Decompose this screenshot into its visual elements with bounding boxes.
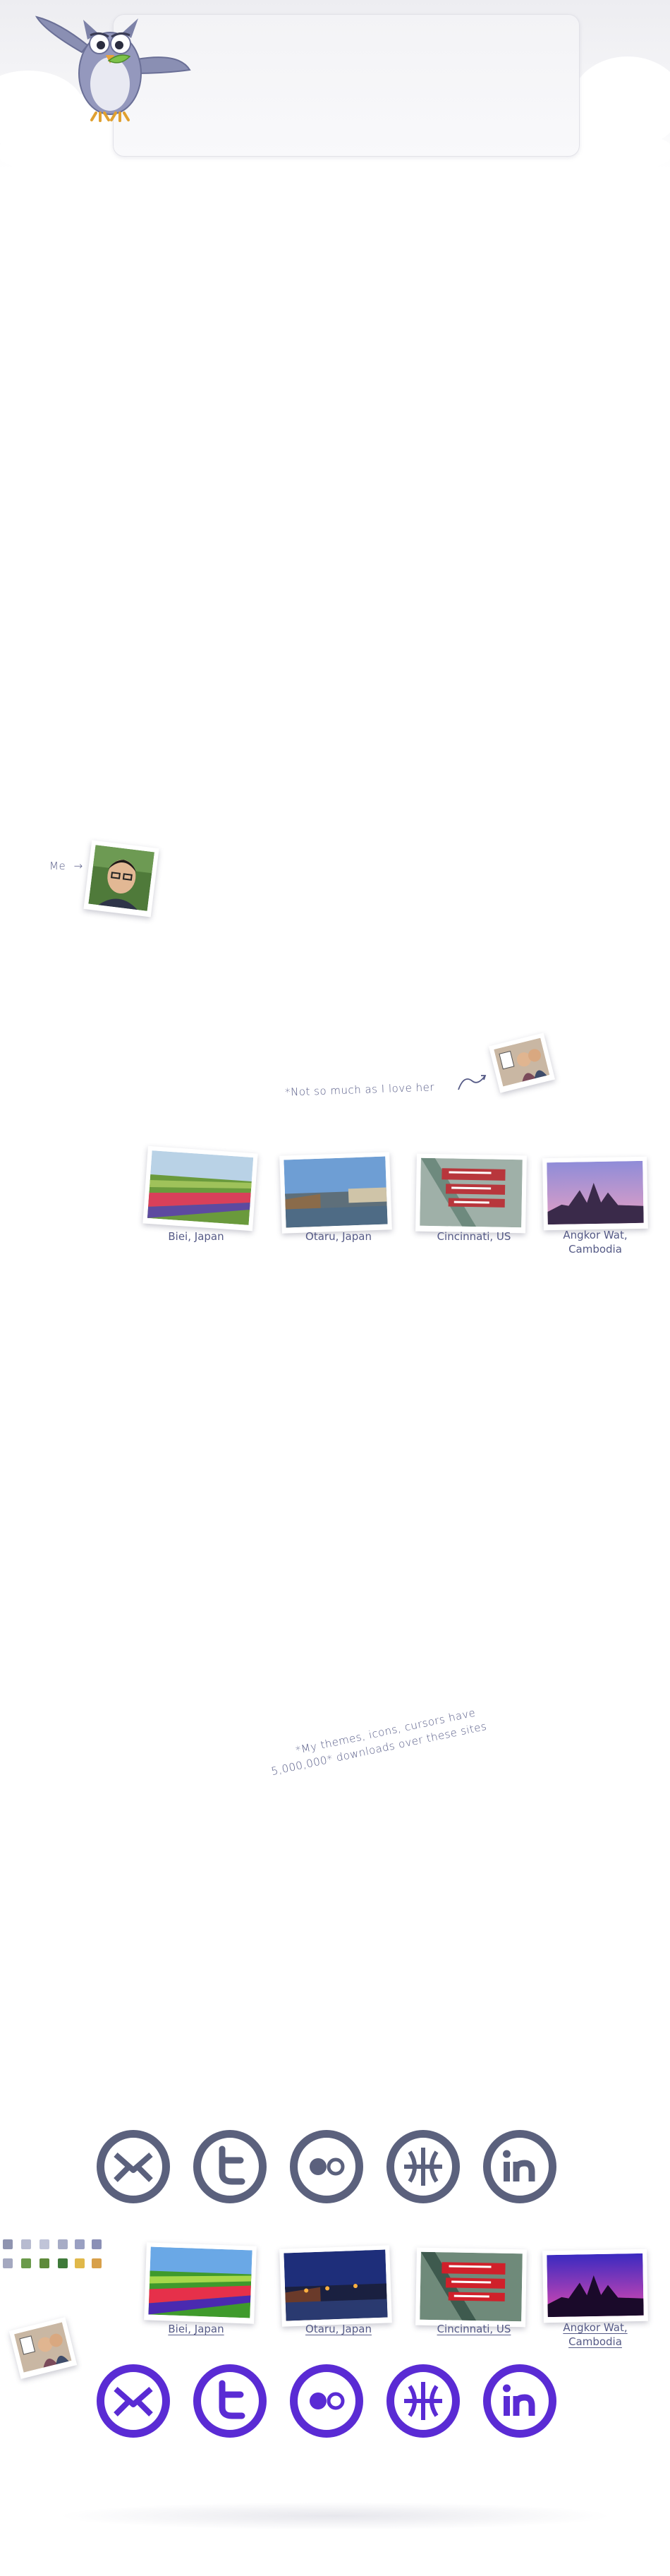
caption-angkor-2[interactable]: Angkor Wat, Cambodia — [543, 2321, 647, 2349]
caption-cincinnati: Cincinnati, US — [437, 1230, 511, 1243]
caption-angkor-line2: Cambodia — [568, 1243, 622, 1256]
social-flickr-purple[interactable] — [290, 2364, 363, 2438]
envelope-icon — [114, 2152, 153, 2182]
social-linkedin-grey[interactable] — [483, 2130, 556, 2203]
mini-icon[interactable] — [58, 2239, 68, 2249]
mini-icon[interactable] — [39, 2258, 49, 2268]
biei-image — [147, 1150, 254, 1225]
flickr-icon — [310, 2392, 345, 2410]
envelope-icon — [114, 2386, 153, 2416]
mini-icon[interactable] — [39, 2239, 49, 2249]
caption-otaru-2[interactable]: Otaru, Japan — [281, 2322, 396, 2336]
photo-biei-2[interactable] — [144, 2242, 257, 2324]
page: Me → *Not so much as I love her Biei, Ja… — [0, 0, 670, 2576]
couple-photo-small[interactable] — [8, 2317, 78, 2379]
twitter-icon — [219, 2380, 245, 2419]
flickr-icon — [310, 2157, 345, 2176]
social-twitter-grey[interactable] — [193, 2130, 267, 2203]
owl-mascot-icon[interactable] — [31, 3, 193, 130]
caption-biei: Biei, Japan — [168, 1230, 224, 1243]
mini-icon[interactable] — [3, 2239, 13, 2249]
portrait-image — [88, 845, 154, 911]
photo-angkor[interactable] — [542, 1156, 648, 1231]
social-dribbble-purple[interactable] — [386, 2364, 460, 2438]
biei-image-2 — [148, 2246, 252, 2318]
otaru-image — [284, 1156, 388, 1228]
cincinnati-image-2 — [420, 2251, 523, 2322]
social-email-grey[interactable] — [97, 2130, 170, 2203]
caption-otaru: Otaru, Japan — [305, 1230, 372, 1243]
angkor-image-2 — [547, 2253, 644, 2318]
photo-otaru-2[interactable] — [279, 2245, 392, 2327]
mini-icon[interactable] — [58, 2258, 68, 2268]
me-label-text: Me — [49, 860, 66, 872]
arrow-right-icon: → — [73, 860, 83, 872]
couple-photo[interactable] — [488, 1033, 556, 1093]
caption-angkor-2-line2: Cambodia — [568, 2335, 622, 2348]
social-email-purple[interactable] — [97, 2364, 170, 2438]
footer-shadow — [56, 2502, 614, 2530]
dribbble-icon — [404, 2148, 442, 2186]
caption-biei-2[interactable]: Biei, Japan — [145, 2322, 247, 2336]
social-flickr-grey[interactable] — [290, 2130, 363, 2203]
profile-photo[interactable] — [83, 840, 159, 917]
dribbble-icon — [404, 2382, 442, 2420]
downloads-note: *My themes, icons, cursors have 5,000,00… — [267, 1703, 488, 1779]
angkor-image — [547, 1160, 644, 1225]
mini-icon[interactable] — [21, 2258, 31, 2268]
couple-image-small — [14, 2322, 72, 2373]
mini-icon[interactable] — [3, 2258, 13, 2268]
linkedin-icon — [503, 2384, 535, 2416]
photo-otaru[interactable] — [279, 1152, 392, 1234]
caption-angkor-2-line1: Angkor Wat, — [563, 2321, 628, 2334]
otaru-image-2 — [284, 2249, 388, 2321]
cincinnati-image — [420, 1157, 523, 1228]
social-linkedin-purple[interactable] — [483, 2364, 556, 2438]
photo-biei[interactable] — [142, 1145, 258, 1232]
caption-angkor-line1: Angkor Wat, — [563, 1229, 628, 1241]
twitter-icon — [219, 2145, 245, 2185]
photo-cincinnati-2[interactable] — [415, 2247, 527, 2328]
caption-cincinnati-2[interactable]: Cincinnati, US — [416, 2322, 532, 2336]
me-label: Me → — [49, 860, 83, 872]
mini-icon[interactable] — [92, 2239, 102, 2249]
mini-icon[interactable] — [75, 2239, 85, 2249]
mini-icon[interactable] — [75, 2258, 85, 2268]
couple-image — [494, 1037, 550, 1087]
linkedin-icon — [503, 2150, 535, 2181]
mini-icon[interactable] — [92, 2258, 102, 2268]
photo-angkor-2[interactable] — [542, 2249, 648, 2323]
social-twitter-purple[interactable] — [193, 2364, 267, 2438]
photo-cincinnati[interactable] — [415, 1153, 527, 1234]
caption-angkor: Angkor Wat, Cambodia — [543, 1228, 647, 1256]
love-note: *Not so much as I love her — [284, 1081, 435, 1099]
social-dribbble-grey[interactable] — [386, 2130, 460, 2203]
curly-arrow-icon — [458, 1075, 487, 1090]
mini-icon[interactable] — [21, 2239, 31, 2249]
